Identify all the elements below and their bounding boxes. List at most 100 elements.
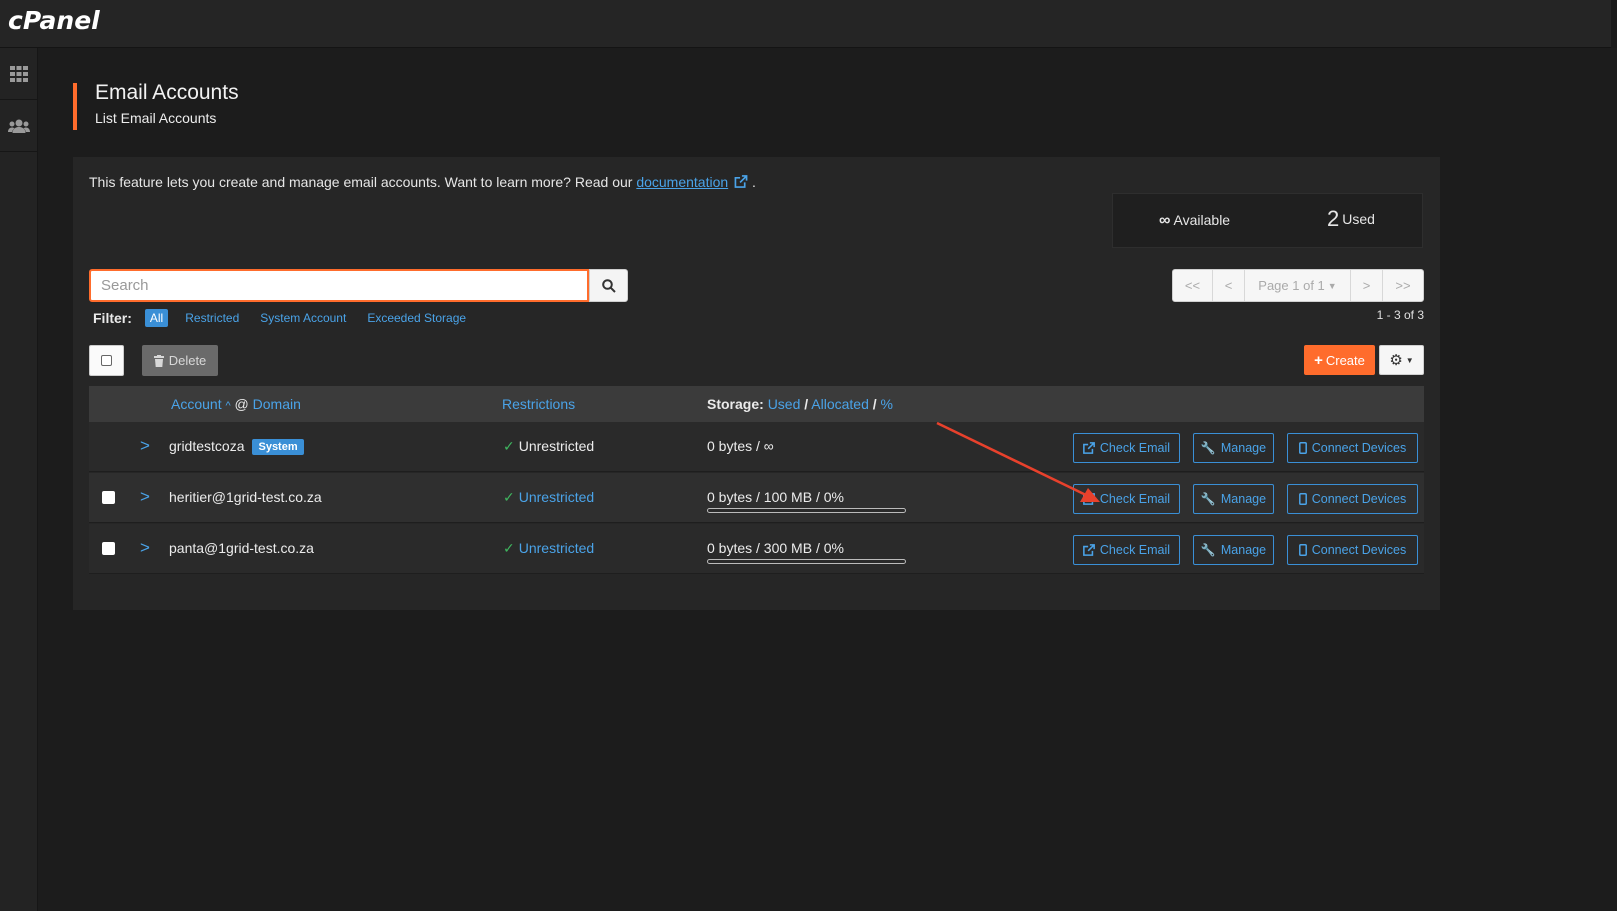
caret-down-icon: ▼ [1327, 280, 1337, 291]
plus-icon: + [1314, 351, 1323, 369]
header-restrictions[interactable]: Restrictions [502, 396, 575, 412]
manage-button[interactable]: 🔧 Manage [1193, 535, 1274, 565]
sort-up-icon: ^ [225, 400, 231, 412]
caret-down-icon: ▼ [1405, 355, 1414, 365]
connect-devices-button[interactable]: Connect Devices [1287, 484, 1418, 514]
intro-suffix: . [751, 174, 756, 190]
delete-button[interactable]: Delete [142, 345, 218, 376]
manage-button[interactable]: 🔧 Manage [1193, 484, 1274, 514]
infinity-icon: ∞ [1159, 212, 1171, 229]
expand-chevron-icon[interactable]: > [140, 487, 150, 507]
trash-icon [153, 354, 164, 367]
restriction-status: ✓ Unrestricted [503, 438, 594, 455]
sort-restrictions[interactable]: Restrictions [502, 396, 575, 412]
sort-domain[interactable]: Domain [253, 396, 301, 412]
available-stat: ∞ Available [1159, 212, 1230, 230]
sort-percent[interactable]: % [881, 396, 893, 412]
connect-devices-label: Connect Devices [1311, 543, 1407, 557]
external-link-icon [1082, 544, 1095, 556]
storage-value: 0 bytes / 300 MB / 0% [707, 540, 844, 556]
mobile-icon [1298, 544, 1307, 556]
page-select[interactable]: Page 1 of 1 ▼ [1245, 270, 1351, 301]
scrollbar-track [1611, 0, 1617, 48]
account-name: panta@1grid-test.co.za [169, 540, 314, 556]
account-name: heritier@1grid-test.co.za [169, 489, 322, 505]
at-sign: @ [234, 396, 249, 412]
check-email-button[interactable]: Check Email [1073, 433, 1180, 463]
expand-chevron-icon[interactable]: > [140, 538, 150, 558]
manage-button[interactable]: 🔧 Manage [1193, 433, 1274, 463]
check-icon: ✓ [503, 540, 515, 556]
external-link-icon [734, 175, 748, 188]
storage-usage-bar [707, 508, 906, 513]
settings-dropdown[interactable]: ⚙ ▼ [1379, 345, 1424, 375]
page-title: Email Accounts [95, 81, 239, 104]
next-page-button[interactable]: > [1351, 270, 1383, 301]
select-all-checkbox[interactable] [89, 345, 124, 376]
connect-devices-button[interactable]: Connect Devices [1287, 535, 1418, 565]
header-storage: Storage: Used / Allocated / % [707, 396, 893, 412]
check-icon: ✓ [503, 489, 515, 505]
restriction-text: Unrestricted [518, 438, 595, 454]
filter-bar: Filter: All Restricted System Account Ex… [93, 309, 487, 327]
sort-used[interactable]: Used [768, 396, 801, 412]
create-button[interactable]: + Create [1304, 345, 1375, 375]
row-checkbox[interactable] [102, 542, 115, 555]
intro-body: This feature lets you create and manage … [89, 174, 637, 190]
expand-chevron-icon[interactable]: > [140, 436, 150, 456]
page-subtitle: List Email Accounts [95, 110, 217, 126]
checkbox-box [101, 355, 112, 366]
table-row: > panta@1grid-test.co.za ✓ Unrestricted 0… [89, 524, 1424, 574]
delete-label: Delete [168, 353, 207, 368]
account-text: gridtestcoza [169, 438, 245, 454]
storage-label: Storage: [707, 396, 764, 412]
filter-all[interactable]: All [144, 309, 169, 327]
connect-devices-button[interactable]: Connect Devices [1287, 433, 1418, 463]
search-input[interactable] [89, 269, 589, 302]
prev-page-button[interactable]: < [1213, 270, 1245, 301]
gear-icon: ⚙ [1389, 352, 1403, 369]
filter-exceeded-storage[interactable]: Exceeded Storage [367, 311, 466, 325]
storage-usage-bar [707, 559, 906, 564]
restriction-text: Unrestricted [518, 489, 595, 505]
manage-label: Manage [1220, 441, 1267, 455]
wrench-icon: 🔧 [1200, 441, 1216, 455]
sort-allocated[interactable]: Allocated [811, 396, 869, 412]
wrench-icon: 🔧 [1200, 543, 1216, 557]
main-content: Email Accounts List Email Accounts This … [38, 48, 1617, 911]
storage-value: 0 bytes / 100 MB / 0% [707, 489, 844, 505]
documentation-link[interactable]: documentation [636, 174, 728, 190]
sep-1: / [804, 396, 809, 412]
sort-account[interactable]: Account [171, 396, 222, 412]
connect-devices-label: Connect Devices [1311, 441, 1407, 455]
table-row: > heritier@1grid-test.co.za ✓ Unrestricte… [89, 473, 1424, 523]
check-email-button[interactable]: Check Email [1073, 484, 1180, 514]
filter-restricted[interactable]: Restricted [185, 311, 239, 325]
manage-label: Manage [1220, 492, 1267, 506]
last-page-button[interactable]: >> [1383, 270, 1423, 301]
users-icon[interactable] [0, 100, 38, 152]
filter-system-account[interactable]: System Account [260, 311, 346, 325]
grid-apps-icon[interactable] [0, 48, 38, 100]
external-link-icon [1082, 493, 1095, 505]
restriction-status[interactable]: ✓ Unrestricted [503, 489, 594, 506]
used-stat: 2 Used [1327, 206, 1375, 232]
results-count: 1 - 3 of 3 [1376, 308, 1424, 322]
check-email-label: Check Email [1099, 543, 1171, 557]
row-checkbox[interactable] [102, 491, 115, 504]
restriction-status[interactable]: ✓ Unrestricted [503, 540, 594, 557]
storage-value: 0 bytes / ∞ [707, 438, 774, 454]
used-count: 2 [1327, 206, 1340, 231]
intro-text: This feature lets you create and manage … [89, 174, 756, 190]
cpanel-logo[interactable]: cPanel [8, 6, 100, 35]
first-page-button[interactable]: << [1173, 270, 1213, 301]
title-block: Email Accounts List Email Accounts [73, 81, 239, 130]
restriction-text: Unrestricted [518, 540, 595, 556]
email-accounts-panel: This feature lets you create and manage … [73, 157, 1440, 610]
check-email-button[interactable]: Check Email [1073, 535, 1180, 565]
stats-box: ∞ Available 2 Used [1112, 193, 1423, 248]
search-button[interactable] [589, 269, 628, 302]
available-label: Available [1173, 212, 1231, 228]
header-account[interactable]: Account ^ @ Domain [171, 396, 301, 412]
table-header: Account ^ @ Domain Restrictions Storage:… [89, 386, 1424, 422]
